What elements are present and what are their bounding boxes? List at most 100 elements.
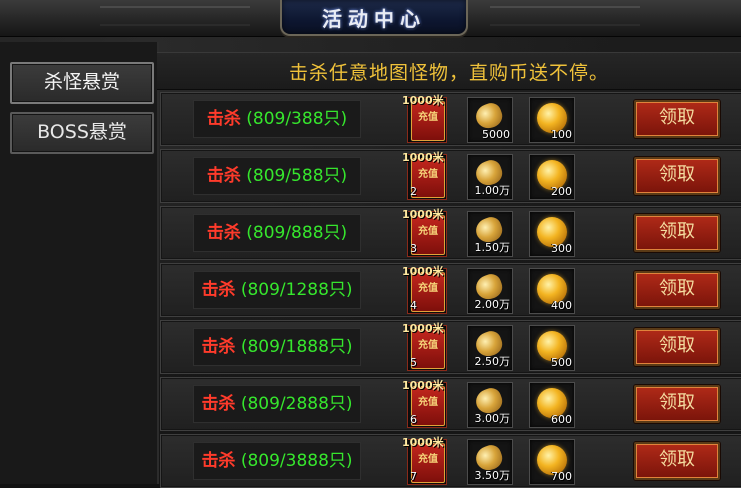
recharge-quantity: 3	[410, 242, 417, 255]
game-window: 活动中心 杀怪悬赏 BOSS悬赏 击杀任意地图怪物，直购币送不停。 击杀 (80…	[0, 0, 741, 488]
recharge-label: 1000米	[402, 379, 444, 392]
sidebar-item-monster-bounty[interactable]: 杀怪悬赏	[10, 62, 154, 104]
reward-row: 击杀 (809/3888只) 充值 1000米 7 3.50万 700 领取	[160, 434, 741, 488]
kill-requirement: 击杀 (809/388只)	[193, 100, 361, 138]
recharge-quantity: 6	[410, 413, 417, 426]
recharge-card-glyph: 充值	[418, 169, 438, 180]
recharge-reward-slot[interactable]: 充值 1000米 3	[402, 208, 447, 257]
recharge-label: 1000米	[402, 94, 444, 107]
recharge-card-glyph: 充值	[418, 397, 438, 408]
ingot-reward-slot[interactable]: 2.00万	[467, 268, 513, 314]
claim-button[interactable]: 领取	[634, 214, 720, 252]
ingot-quantity: 1.50万	[474, 241, 511, 254]
kill-word: 击杀	[201, 451, 236, 471]
kill-requirement: 击杀 (809/3888只)	[193, 442, 361, 480]
coin-reward-slot[interactable]: 200	[529, 154, 575, 200]
event-description-bar: 击杀任意地图怪物，直购币送不停。	[157, 52, 741, 90]
recharge-label: 1000米	[402, 151, 444, 164]
gold-ingot-icon	[472, 100, 506, 132]
title-plate: 活动中心	[280, 0, 468, 36]
claim-button[interactable]: 领取	[634, 271, 720, 309]
ingot-reward-slot[interactable]: 3.50万	[467, 439, 513, 485]
recharge-reward-slot[interactable]: 充值 1000米	[402, 94, 447, 143]
claim-button[interactable]: 领取	[634, 100, 720, 138]
reward-list: 击杀 (809/388只) 充值 1000米 5000 100 领取 击杀 (8…	[160, 92, 741, 488]
coin-quantity: 600	[551, 413, 572, 426]
recharge-reward-slot[interactable]: 充值 1000米 7	[402, 436, 447, 485]
coin-quantity: 300	[551, 242, 572, 255]
coin-quantity: 100	[551, 128, 572, 141]
kill-word: 击杀	[201, 394, 236, 414]
coin-reward-slot[interactable]: 300	[529, 211, 575, 257]
recharge-quantity: 7	[410, 470, 417, 483]
event-description: 击杀任意地图怪物，直购币送不停。	[288, 62, 609, 84]
coin-reward-slot[interactable]: 100	[529, 97, 575, 143]
ingot-quantity: 3.00万	[474, 412, 511, 425]
reward-row: 击杀 (809/1288只) 充值 1000米 4 2.00万 400 领取	[160, 263, 741, 317]
recharge-reward-slot[interactable]: 充值 1000米 5	[402, 322, 447, 371]
coin-reward-slot[interactable]: 500	[529, 325, 575, 371]
kill-progress: (809/2888只)	[240, 394, 353, 414]
kill-requirement: 击杀 (809/588只)	[193, 157, 361, 195]
recharge-quantity: 4	[410, 299, 417, 312]
ingot-quantity: 1.00万	[474, 184, 511, 197]
kill-progress: (809/588只)	[246, 166, 348, 186]
kill-word: 击杀	[206, 109, 241, 129]
title-ornament-left	[100, 6, 250, 26]
coin-quantity: 400	[551, 299, 572, 312]
sidebar-item-boss-bounty[interactable]: BOSS悬赏	[10, 112, 154, 154]
claim-button[interactable]: 领取	[634, 442, 720, 480]
recharge-quantity: 2	[410, 185, 417, 198]
recharge-card-glyph: 充值	[418, 340, 438, 351]
reward-row: 击杀 (809/588只) 充值 1000米 2 1.00万 200 领取	[160, 149, 741, 203]
title-ornament-right	[490, 6, 640, 26]
reward-row: 击杀 (809/388只) 充值 1000米 5000 100 领取	[160, 92, 741, 146]
recharge-label: 1000米	[402, 208, 444, 221]
kill-requirement: 击杀 (809/1288只)	[193, 271, 361, 309]
claim-button[interactable]: 领取	[634, 385, 720, 423]
coin-quantity: 700	[551, 470, 572, 483]
window-title: 活动中心	[322, 7, 426, 31]
kill-word: 击杀	[201, 337, 236, 357]
ingot-quantity: 2.00万	[474, 298, 511, 311]
kill-requirement: 击杀 (809/2888只)	[193, 385, 361, 423]
coin-quantity: 200	[551, 185, 572, 198]
ingot-reward-slot[interactable]: 3.00万	[467, 382, 513, 428]
kill-progress: (809/1288只)	[240, 280, 353, 300]
ingot-reward-slot[interactable]: 5000	[467, 97, 513, 143]
kill-word: 击杀	[201, 280, 236, 300]
claim-button[interactable]: 领取	[634, 157, 720, 195]
reward-row: 击杀 (809/1888只) 充值 1000米 5 2.50万 500 领取	[160, 320, 741, 374]
sidebar: 杀怪悬赏 BOSS悬赏	[0, 42, 159, 484]
ingot-reward-slot[interactable]: 2.50万	[467, 325, 513, 371]
recharge-label: 1000米	[402, 436, 444, 449]
recharge-card-glyph: 充值	[418, 454, 438, 465]
kill-progress: (809/1888只)	[240, 337, 353, 357]
recharge-quantity: 5	[410, 356, 417, 369]
kill-requirement: 击杀 (809/888只)	[193, 214, 361, 252]
ingot-quantity: 5000	[482, 128, 510, 141]
recharge-reward-slot[interactable]: 充值 1000米 2	[402, 151, 447, 200]
coin-reward-slot[interactable]: 600	[529, 382, 575, 428]
recharge-card-glyph: 充值	[418, 112, 438, 123]
ingot-reward-slot[interactable]: 1.00万	[467, 154, 513, 200]
kill-progress: (809/3888只)	[240, 451, 353, 471]
recharge-card-glyph: 充值	[418, 226, 438, 237]
coin-reward-slot[interactable]: 700	[529, 439, 575, 485]
claim-button[interactable]: 领取	[634, 328, 720, 366]
coin-quantity: 500	[551, 356, 572, 369]
recharge-label: 1000米	[402, 322, 444, 335]
ingot-reward-slot[interactable]: 1.50万	[467, 211, 513, 257]
ingot-quantity: 2.50万	[474, 355, 511, 368]
kill-progress: (809/888只)	[246, 223, 348, 243]
reward-row: 击杀 (809/888只) 充值 1000米 3 1.50万 300 领取	[160, 206, 741, 260]
recharge-reward-slot[interactable]: 充值 1000米 6	[402, 379, 447, 428]
coin-reward-slot[interactable]: 400	[529, 268, 575, 314]
kill-word: 击杀	[206, 166, 241, 186]
kill-requirement: 击杀 (809/1888只)	[193, 328, 361, 366]
kill-word: 击杀	[206, 223, 241, 243]
recharge-reward-slot[interactable]: 充值 1000米 4	[402, 265, 447, 314]
kill-progress: (809/388只)	[246, 109, 348, 129]
recharge-label: 1000米	[402, 265, 444, 278]
reward-row: 击杀 (809/2888只) 充值 1000米 6 3.00万 600 领取	[160, 377, 741, 431]
